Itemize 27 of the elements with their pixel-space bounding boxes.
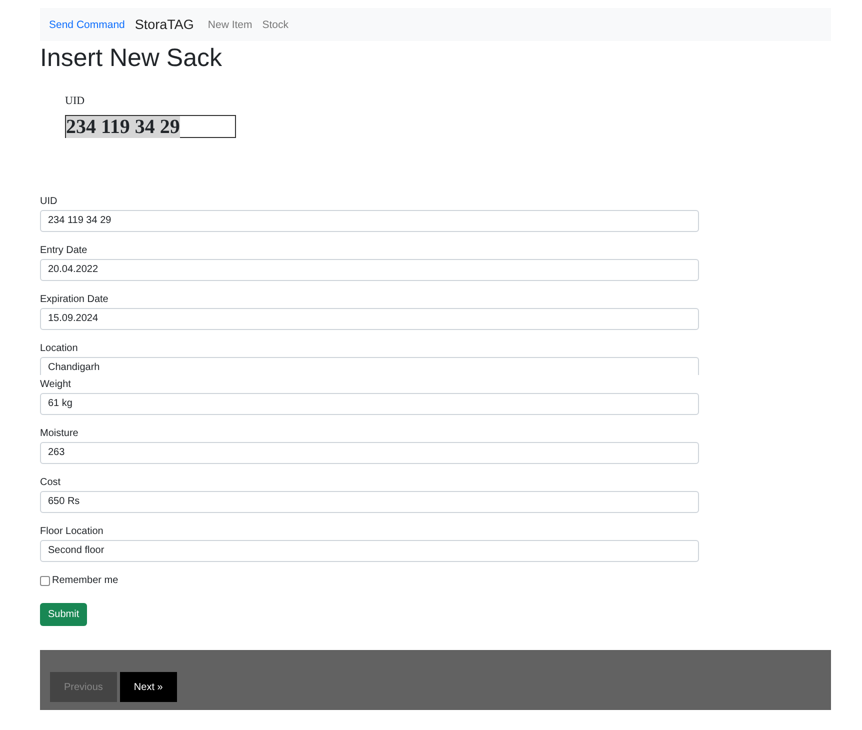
field-label: Expiration Date bbox=[40, 294, 110, 306]
nav-link[interactable]: New Item bbox=[208, 18, 252, 30]
pager-button[interactable]: Next » bbox=[120, 672, 177, 702]
page-title: Insert New Sack bbox=[40, 43, 224, 73]
field-label: Floor Location bbox=[40, 526, 104, 538]
input-field[interactable]: Second floor bbox=[40, 540, 699, 562]
input-field[interactable]: Chandigarh bbox=[40, 357, 699, 375]
submit-button[interactable]: Submit bbox=[40, 603, 88, 626]
field-label: Weight bbox=[40, 379, 72, 391]
nav-link[interactable]: Send Command bbox=[49, 18, 125, 30]
field-label: Location bbox=[40, 343, 79, 355]
nav-link[interactable]: StoraTAG bbox=[134, 17, 194, 32]
input-field[interactable]: 15.09.2024 bbox=[40, 308, 699, 330]
input-field[interactable]: 650 Rs bbox=[40, 491, 699, 513]
field-label: Moisture bbox=[40, 428, 80, 440]
checkbox[interactable] bbox=[40, 576, 50, 586]
input-field[interactable]: 263 bbox=[40, 442, 699, 464]
input-field[interactable]: 234 119 34 29 bbox=[40, 210, 699, 232]
field-label: UID bbox=[65, 95, 86, 107]
input-field[interactable]: 20.04.2022 bbox=[40, 259, 699, 281]
checkbox-label: Remember me bbox=[52, 575, 118, 586]
field-label: UID bbox=[40, 196, 58, 208]
field-label: Entry Date bbox=[40, 245, 88, 257]
nav-link[interactable]: Stock bbox=[262, 18, 289, 30]
uid-input-field[interactable]: 234 119 34 29 bbox=[65, 115, 236, 138]
input-field[interactable]: 61 kg bbox=[40, 393, 699, 415]
field-label: Cost bbox=[40, 477, 62, 489]
